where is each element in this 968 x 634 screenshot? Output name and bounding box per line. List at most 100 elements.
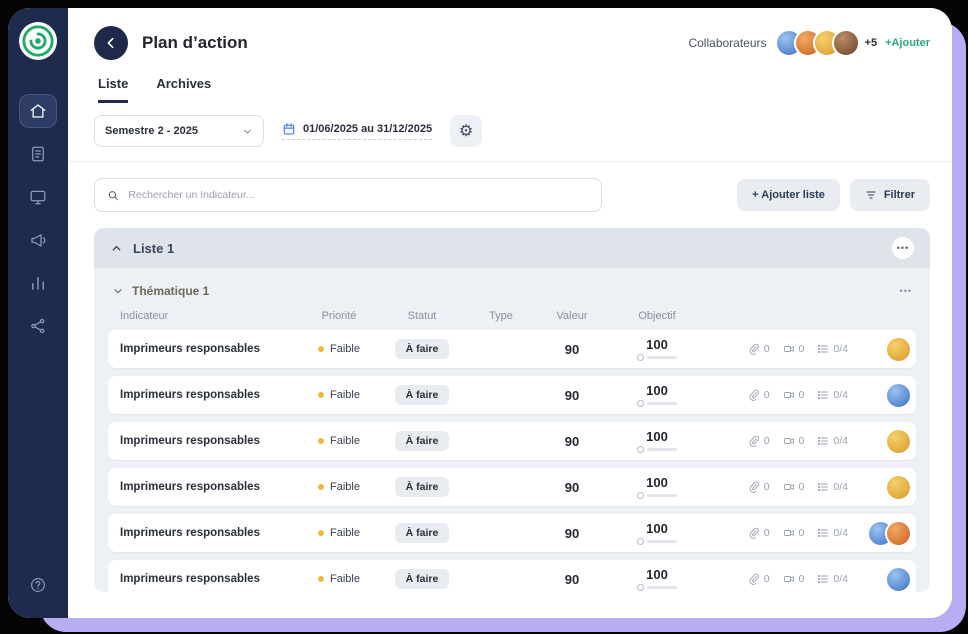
sidebar-item-megaphone[interactable] (19, 223, 57, 257)
comments-count[interactable]: 0 (783, 389, 805, 401)
tab-liste[interactable]: Liste (98, 76, 128, 103)
attachments-count[interactable]: 0 (748, 389, 770, 401)
megaphone-icon (29, 231, 47, 249)
table-row[interactable]: Imprimeurs responsables Faible À faire 9… (108, 560, 916, 592)
collaborator-avatars[interactable]: +5 (775, 29, 878, 57)
filter-button[interactable]: Filtrer (850, 179, 930, 211)
table-row[interactable]: Imprimeurs responsables Faible À faire 9… (108, 376, 916, 414)
status-cell: À faire (378, 477, 466, 497)
back-button[interactable] (94, 26, 128, 60)
app-window: Plan d’action Collaborateurs +5 +Ajouter… (8, 8, 952, 618)
status-badge[interactable]: À faire (395, 477, 450, 497)
list-header[interactable]: Liste 1 ••• (94, 228, 930, 268)
chevron-down-icon (112, 285, 124, 297)
date-range-picker[interactable]: 01/06/2025 au 31/12/2025 (282, 122, 432, 140)
status-cell: À faire (378, 431, 466, 451)
row-meta: 0 0 0/4 (706, 389, 854, 401)
calendar-icon (282, 122, 296, 136)
table-row[interactable]: Imprimeurs responsables Faible À faire 9… (108, 330, 916, 368)
comments-count[interactable]: 0 (783, 435, 805, 447)
status-badge[interactable]: À faire (395, 569, 450, 589)
app-logo[interactable] (19, 22, 57, 60)
search-input[interactable] (128, 189, 589, 201)
collapse-list-button[interactable] (110, 242, 123, 255)
avatar[interactable] (885, 520, 912, 547)
column-type: Type (466, 310, 536, 322)
comments-count[interactable]: 0 (783, 343, 805, 355)
checklist-count[interactable]: 0/4 (817, 389, 848, 401)
sidebar-item-home[interactable] (19, 94, 57, 128)
tab-bar: Liste Archives (98, 76, 952, 103)
attachments-count[interactable]: 0 (748, 481, 770, 493)
avatar[interactable] (885, 474, 912, 501)
add-list-button[interactable]: + Ajouter liste (737, 179, 840, 211)
semester-select-value: Semestre 2 - 2025 (105, 125, 198, 137)
checklist-count[interactable]: 0/4 (817, 435, 848, 447)
status-badge[interactable]: À faire (395, 385, 450, 405)
comments-count[interactable]: 0 (783, 527, 805, 539)
theme-header[interactable]: Thématique 1 ••• (108, 276, 916, 306)
attachments-count[interactable]: 0 (748, 527, 770, 539)
controls-row: Semestre 2 - 2025 01/06/2025 au 31/12/20… (68, 103, 952, 162)
avatar[interactable] (885, 336, 912, 363)
status-badge[interactable]: À faire (395, 339, 450, 359)
attachments-count[interactable]: 0 (748, 435, 770, 447)
avatar[interactable] (885, 382, 912, 409)
checklist-count[interactable]: 0/4 (817, 527, 848, 539)
sidebar-item-network[interactable] (19, 309, 57, 343)
priority-dot-icon (318, 484, 324, 490)
assignee-cell (854, 520, 912, 547)
indicator-name[interactable]: Imprimeurs responsables (120, 481, 300, 493)
sidebar-item-statistics[interactable] (19, 266, 57, 300)
collaborators-label: Collaborateurs (688, 36, 766, 50)
avatar-overflow-count[interactable]: +5 (865, 37, 878, 49)
sidebar-item-documents[interactable] (19, 137, 57, 171)
progress-bar (647, 356, 677, 359)
home-icon (29, 102, 47, 120)
row-meta: 0 0 0/4 (706, 481, 854, 493)
indicator-name[interactable]: Imprimeurs responsables (120, 527, 300, 539)
theme-menu-button[interactable]: ••• (900, 286, 912, 296)
table-row[interactable]: Imprimeurs responsables Faible À faire 9… (108, 468, 916, 506)
table-row[interactable]: Imprimeurs responsables Faible À faire 9… (108, 422, 916, 460)
priority-dot-icon (318, 530, 324, 536)
status-badge[interactable]: À faire (395, 523, 450, 543)
indicator-name[interactable]: Imprimeurs responsables (120, 389, 300, 401)
paperclip-icon (748, 389, 760, 401)
gear-icon: ⚙ (459, 121, 473, 141)
avatar[interactable] (885, 428, 912, 455)
collaborators: Collaborateurs +5 +Ajouter (688, 29, 930, 57)
table-row[interactable]: Imprimeurs responsables Faible À faire 9… (108, 514, 916, 552)
attachments-count[interactable]: 0 (748, 343, 770, 355)
column-objectif: Objectif (608, 310, 706, 322)
date-range-value: 01/06/2025 au 31/12/2025 (303, 123, 432, 135)
list-menu-button[interactable]: ••• (892, 237, 914, 259)
tab-archives[interactable]: Archives (156, 76, 211, 103)
avatar[interactable] (885, 566, 912, 593)
help-icon (29, 576, 47, 594)
checklist-count[interactable]: 0/4 (817, 573, 848, 585)
checklist-count[interactable]: 0/4 (817, 481, 848, 493)
status-badge[interactable]: À faire (395, 431, 450, 451)
settings-button[interactable]: ⚙ (450, 115, 482, 147)
document-icon (29, 145, 47, 163)
add-collaborator-button[interactable]: +Ajouter (885, 37, 930, 49)
sidebar-item-help[interactable] (19, 568, 57, 602)
attachments-count[interactable]: 0 (748, 573, 770, 585)
assignee-cell (854, 336, 912, 363)
search-box[interactable] (94, 178, 602, 212)
indicator-name[interactable]: Imprimeurs responsables (120, 343, 300, 355)
avatar[interactable] (832, 29, 860, 57)
filter-button-label: Filtrer (884, 189, 915, 201)
assignee-cell (854, 566, 912, 593)
indicator-name[interactable]: Imprimeurs responsables (120, 435, 300, 447)
comments-count[interactable]: 0 (783, 481, 805, 493)
checklist-count[interactable]: 0/4 (817, 343, 848, 355)
paperclip-icon (748, 573, 760, 585)
semester-select[interactable]: Semestre 2 - 2025 (94, 115, 264, 147)
clock-icon (637, 584, 644, 591)
indicator-name[interactable]: Imprimeurs responsables (120, 573, 300, 585)
comments-count[interactable]: 0 (783, 573, 805, 585)
sidebar-item-screen[interactable] (19, 180, 57, 214)
paperclip-icon (748, 435, 760, 447)
